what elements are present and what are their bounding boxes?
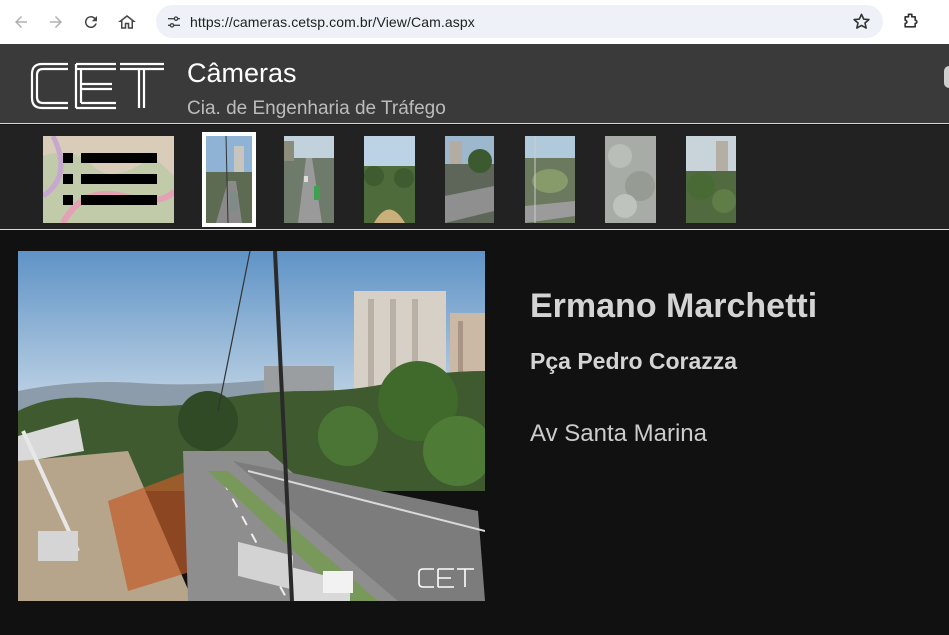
extensions-button[interactable] bbox=[898, 8, 924, 34]
site-info-icon bbox=[168, 15, 180, 28]
home-button[interactable] bbox=[109, 4, 145, 40]
forward-icon bbox=[50, 16, 62, 28]
cet-logo bbox=[30, 62, 164, 110]
site-subtitle: Cia. de Engenharia de Tráfego bbox=[187, 98, 446, 119]
reload-icon bbox=[84, 16, 97, 29]
camera-thumbnail[interactable] bbox=[445, 136, 494, 223]
map-list-icon bbox=[43, 136, 174, 223]
camera-thumbnail[interactable] bbox=[364, 136, 415, 223]
site-title: Câmeras bbox=[187, 58, 297, 88]
extensions-icon bbox=[904, 13, 918, 28]
camera-view: Ermano Marchetti Pça Pedro Corazza Av Sa… bbox=[0, 231, 949, 635]
header-scroll-edge bbox=[944, 66, 949, 88]
camera-image bbox=[18, 251, 485, 601]
site-header: Câmeras Cia. de Engenharia de Tráfego bbox=[0, 44, 949, 124]
bookmark-button[interactable] bbox=[852, 12, 871, 36]
camera-thumbnail-strip bbox=[0, 125, 949, 230]
camera-thumbnail[interactable] bbox=[686, 136, 736, 223]
forward-button[interactable] bbox=[38, 4, 74, 40]
site-info-button[interactable] bbox=[158, 5, 190, 38]
home-icon bbox=[118, 15, 136, 29]
camera-list-thumbnail[interactable] bbox=[43, 136, 174, 223]
camera-street: Av Santa Marina bbox=[530, 420, 707, 447]
camera-title: Ermano Marchetti bbox=[530, 287, 818, 325]
camera-thumbnail[interactable] bbox=[525, 136, 575, 223]
url-text[interactable]: https://cameras.cetsp.com.br/View/Cam.as… bbox=[190, 14, 475, 30]
camera-thumbnail[interactable] bbox=[605, 136, 656, 223]
browser-toolbar: https://cameras.cetsp.com.br/View/Cam.as… bbox=[0, 0, 949, 44]
camera-thumbnail[interactable] bbox=[284, 136, 334, 223]
reload-button[interactable] bbox=[73, 4, 109, 40]
camera-subtitle: Pça Pedro Corazza bbox=[530, 348, 738, 374]
camera-thumbnail-selected[interactable] bbox=[202, 132, 256, 227]
address-bar[interactable]: https://cameras.cetsp.com.br/View/Cam.as… bbox=[156, 5, 883, 38]
bookmark-star-icon bbox=[853, 13, 870, 29]
back-button[interactable] bbox=[3, 4, 39, 40]
back-icon bbox=[15, 16, 27, 28]
